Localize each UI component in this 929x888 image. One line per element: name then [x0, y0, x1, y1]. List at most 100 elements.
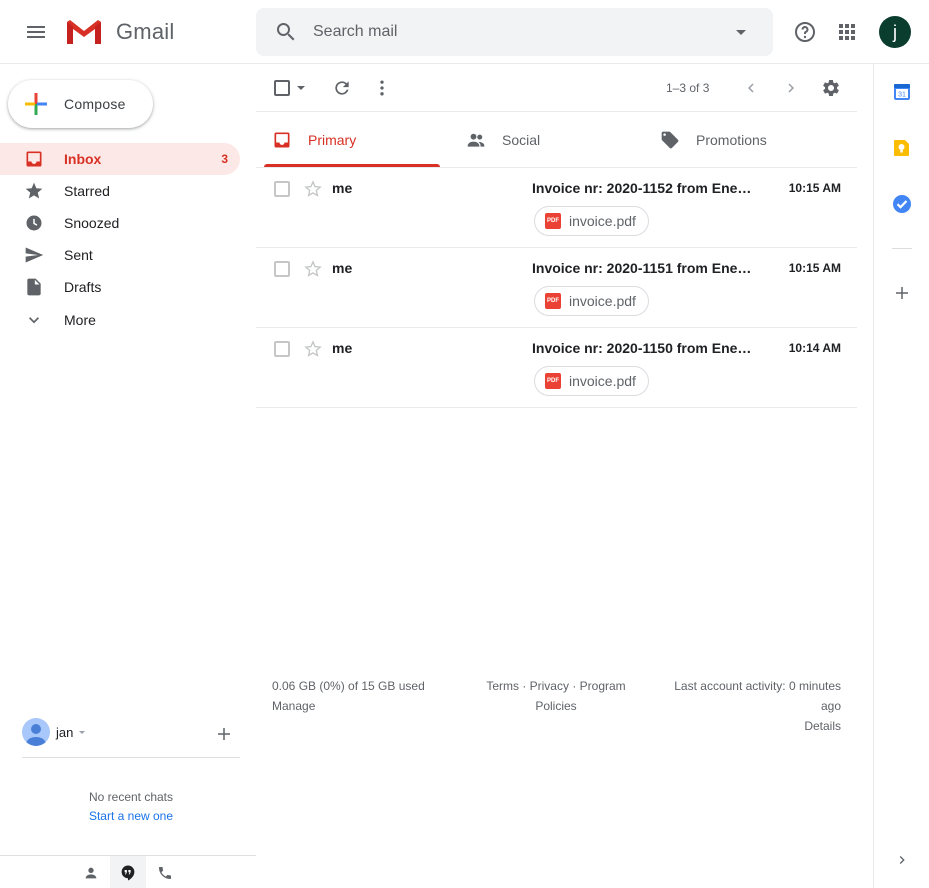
- google-apps-icon[interactable]: [827, 12, 867, 52]
- attachment-filename: invoice.pdf: [569, 373, 636, 389]
- email-subject: Invoice nr: 2020-1151 from Ene…: [532, 260, 752, 276]
- terms-privacy-links[interactable]: Terms · Privacy · Program: [478, 676, 634, 696]
- email-subject: Invoice nr: 2020-1152 from Ene…: [532, 180, 752, 196]
- top-header: Gmail Search mail j: [0, 0, 929, 64]
- email-time: 10:15 AM: [788, 261, 841, 275]
- email-row[interactable]: me Invoice nr: 2020-1150 from Ene… 10:14…: [256, 328, 857, 408]
- refresh-icon[interactable]: [330, 76, 354, 100]
- nav-item-drafts[interactable]: Drafts: [0, 271, 240, 303]
- gmail-wordmark[interactable]: Gmail: [116, 19, 174, 45]
- calendar-icon[interactable]: 31: [886, 76, 918, 108]
- attachment-filename: invoice.pdf: [569, 293, 636, 309]
- newer-chevron-left-icon[interactable]: [739, 76, 763, 100]
- nav-label-inbox: Inbox: [64, 151, 102, 167]
- phone-icon[interactable]: [147, 856, 183, 888]
- settings-gear-icon[interactable]: [819, 76, 843, 100]
- search-options-caret-icon[interactable]: [721, 12, 761, 52]
- expand-chevron-right-icon[interactable]: [886, 844, 918, 876]
- email-sender: me: [332, 340, 353, 356]
- email-subject: Invoice nr: 2020-1150 from Ene…: [532, 340, 752, 356]
- clock-icon: [24, 213, 44, 233]
- calendar-day-number: 31: [898, 92, 906, 99]
- star-outline-icon[interactable]: [301, 337, 325, 361]
- tasks-icon[interactable]: [886, 188, 918, 220]
- attachment-chip[interactable]: PDF invoice.pdf: [534, 366, 649, 396]
- attachment-filename: invoice.pdf: [569, 213, 636, 229]
- search-input[interactable]: Search mail: [313, 23, 397, 41]
- activity-details-link[interactable]: Details: [650, 716, 841, 736]
- hangouts-chat-icon[interactable]: [110, 856, 146, 888]
- star-outline-icon[interactable]: [301, 177, 325, 201]
- hangouts-username: jan: [56, 725, 74, 740]
- contacts-person-icon[interactable]: [73, 856, 109, 888]
- email-row[interactable]: me Invoice nr: 2020-1152 from Ene… 10:15…: [256, 168, 857, 248]
- storage-info: 0.06 GB (0%) of 15 GB used Manage: [272, 676, 425, 716]
- email-sender: me: [332, 260, 353, 276]
- compose-plus-icon: [22, 90, 50, 118]
- main-menu-icon[interactable]: [16, 12, 56, 52]
- manage-storage-link[interactable]: Manage: [272, 696, 425, 716]
- people-icon: [466, 130, 486, 150]
- email-time: 10:14 AM: [788, 341, 841, 355]
- attachment-chip[interactable]: PDF invoice.pdf: [534, 286, 649, 316]
- nav-label-starred: Starred: [64, 183, 110, 199]
- inbox-icon: [24, 149, 44, 169]
- pdf-file-icon: PDF: [545, 293, 561, 309]
- start-new-chat-link[interactable]: Start a new one: [0, 809, 262, 823]
- storage-usage-text: 0.06 GB (0%) of 15 GB used: [272, 679, 425, 693]
- tab-promotions[interactable]: Promotions: [644, 112, 850, 168]
- mail-toolbar: 1–3 of 3: [256, 64, 857, 112]
- help-icon[interactable]: [785, 12, 825, 52]
- send-icon: [24, 245, 44, 265]
- hangouts-bottom-bar: [0, 855, 256, 888]
- nav-item-sent[interactable]: Sent: [0, 239, 240, 271]
- nav-item-inbox[interactable]: Inbox 3: [0, 143, 240, 175]
- status-caret-icon[interactable]: [76, 725, 88, 739]
- nav-item-snoozed[interactable]: Snoozed: [0, 207, 240, 239]
- tab-promotions-label: Promotions: [696, 132, 767, 148]
- older-chevron-right-icon[interactable]: [779, 76, 803, 100]
- inbox-unread-count: 3: [221, 152, 228, 166]
- compose-label: Compose: [64, 96, 126, 112]
- gmail-logo-icon[interactable]: [64, 16, 104, 48]
- search-icon[interactable]: [266, 12, 306, 52]
- tab-social[interactable]: Social: [450, 112, 644, 168]
- program-policies-link[interactable]: Policies: [478, 696, 634, 716]
- pdf-file-icon: PDF: [545, 373, 561, 389]
- nav-label-sent: Sent: [64, 247, 93, 263]
- row-checkbox[interactable]: [274, 261, 290, 277]
- select-all-checkbox[interactable]: [272, 78, 292, 98]
- star-icon: [24, 181, 44, 201]
- pagination-text: 1–3 of 3: [666, 81, 710, 95]
- compose-button[interactable]: Compose: [8, 80, 153, 128]
- nav-label-drafts: Drafts: [64, 279, 102, 295]
- nav-item-starred[interactable]: Starred: [0, 175, 240, 207]
- active-tab-indicator: [264, 164, 440, 167]
- hangouts-avatar: [22, 718, 50, 746]
- select-dropdown-caret-icon[interactable]: [294, 80, 308, 96]
- row-checkbox[interactable]: [274, 341, 290, 357]
- category-tabs: Primary Social Promotions: [256, 112, 857, 168]
- keep-icon[interactable]: [886, 132, 918, 164]
- account-avatar[interactable]: j: [879, 16, 911, 48]
- last-activity-text: Last account activity: 0 minutes: [674, 679, 841, 693]
- tab-primary[interactable]: Primary: [256, 112, 448, 168]
- nav-label-snoozed: Snoozed: [64, 215, 120, 231]
- email-row[interactable]: me Invoice nr: 2020-1151 from Ene… 10:15…: [256, 248, 857, 328]
- side-panel-divider: [892, 248, 912, 249]
- email-time: 10:15 AM: [788, 181, 841, 195]
- email-sender: me: [332, 180, 353, 196]
- attachment-chip[interactable]: PDF invoice.pdf: [534, 206, 649, 236]
- search-bar[interactable]: Search mail: [256, 8, 773, 56]
- row-checkbox[interactable]: [274, 181, 290, 197]
- account-activity: Last account activity: 0 minutes ago Det…: [650, 676, 841, 736]
- star-outline-icon[interactable]: [301, 257, 325, 281]
- more-options-icon[interactable]: [370, 76, 394, 100]
- get-addons-plus-icon[interactable]: [886, 277, 918, 309]
- new-chat-plus-icon[interactable]: [212, 722, 236, 746]
- nav-label-more: More: [64, 312, 96, 328]
- pdf-file-icon: PDF: [545, 213, 561, 229]
- chevron-down-icon: [24, 310, 44, 330]
- nav-item-more[interactable]: More: [0, 304, 240, 336]
- hangouts-user[interactable]: jan: [8, 710, 248, 758]
